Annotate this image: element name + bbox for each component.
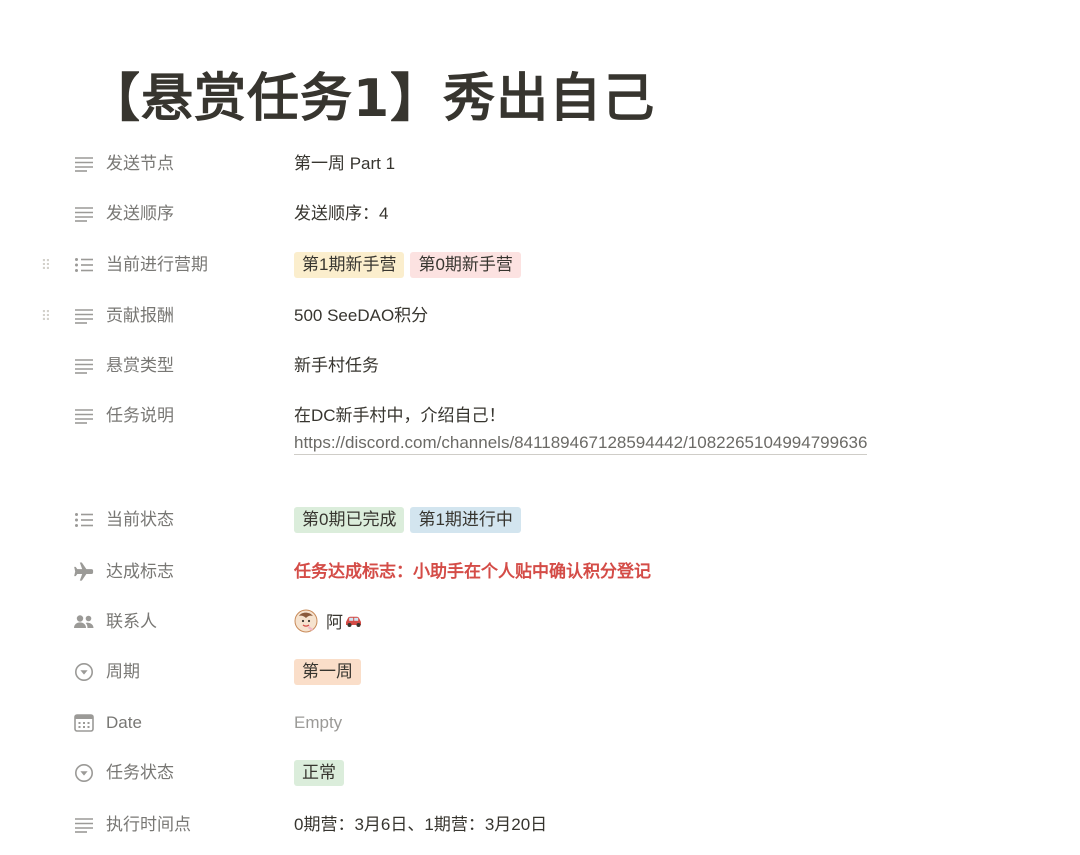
car-icon [346, 616, 361, 627]
property-value[interactable]: 500 SeeDAO积分 [294, 305, 428, 327]
text-lines-icon [72, 304, 96, 328]
property-value[interactable]: 任务达成标志：小助手在个人贴中确认积分登记 [294, 561, 651, 583]
property-row-achievement[interactable]: 达成标志 任务达成标志：小助手在个人贴中确认积分登记 [0, 557, 1080, 587]
text-lines-icon [72, 354, 96, 378]
property-row-contact[interactable]: 联系人 阿 [0, 607, 1080, 637]
tag[interactable]: 第一周 [294, 659, 361, 685]
property-row-exec-time[interactable]: 执行时间点 0期营：3月6日、1期营：3月20日 [0, 810, 1080, 840]
property-label[interactable]: 执行时间点 [106, 814, 191, 836]
select-icon [72, 660, 96, 684]
people-icon [72, 610, 96, 634]
property-value[interactable]: 第1期新手营 第0期新手营 [294, 252, 527, 280]
page-title[interactable]: 【悬赏任务1】秀出自己 [88, 56, 655, 131]
avatar [294, 609, 318, 633]
property-value[interactable]: Empty [294, 712, 342, 734]
property-row-date[interactable]: Date Empty [0, 708, 1080, 738]
tag[interactable]: 第1期新手营 [294, 252, 405, 278]
property-row-current-camp[interactable]: ⠿ 当前进行营期 第1期新手营 第0期新手营 [0, 250, 1080, 280]
text-lines-icon [72, 152, 96, 176]
drag-handle-icon[interactable]: ⠿ [40, 305, 52, 327]
property-row-bounty-type[interactable]: 悬赏类型 新手村任务 [0, 351, 1080, 381]
multi-select-icon [72, 253, 96, 277]
text-lines-icon [72, 813, 96, 837]
property-label[interactable]: 联系人 [106, 611, 157, 633]
property-label[interactable]: 周期 [106, 661, 140, 683]
text-lines-icon [72, 202, 96, 226]
property-value[interactable]: 新手村任务 [294, 355, 379, 377]
property-row-current-status[interactable]: 当前状态 第0期已完成 第1期进行中 [0, 505, 1080, 535]
tag[interactable]: 第0期已完成 [294, 507, 405, 533]
tag[interactable]: 正常 [294, 760, 344, 786]
property-label[interactable]: 任务说明 [106, 405, 174, 427]
property-label[interactable]: 当前进行营期 [106, 254, 208, 276]
property-row-reward[interactable]: ⠿ 贡献报酬 500 SeeDAO积分 [0, 301, 1080, 331]
property-label[interactable]: 发送顺序 [106, 203, 174, 225]
person-chip[interactable]: 阿 [294, 609, 364, 635]
tag[interactable]: 第1期进行中 [410, 507, 521, 533]
property-label[interactable]: 达成标志 [106, 561, 174, 583]
select-icon [72, 761, 96, 785]
property-value[interactable]: 第一周 Part 1 [294, 153, 395, 175]
property-row-task-desc[interactable]: 任务说明 在DC新手村中，介绍自己！ https://discord.com/c… [0, 401, 1080, 461]
property-label[interactable]: 贡献报酬 [106, 305, 174, 327]
property-label[interactable]: 悬赏类型 [106, 355, 174, 377]
property-row-send-node[interactable]: 发送节点 第一周 Part 1 [0, 149, 1080, 179]
property-label[interactable]: 任务状态 [106, 762, 174, 784]
airplane-icon [72, 560, 96, 584]
drag-handle-icon[interactable]: ⠿ [40, 254, 52, 276]
text-lines-icon [72, 404, 96, 428]
property-row-cycle[interactable]: 周期 第一周 [0, 657, 1080, 687]
property-value[interactable]: 第0期已完成 第1期进行中 [294, 507, 527, 535]
property-label[interactable]: Date [106, 712, 142, 734]
property-value[interactable]: 发送顺序：4 [294, 203, 388, 225]
property-value[interactable]: 在DC新手村中，介绍自己！ [294, 405, 506, 427]
discord-link[interactable]: https://discord.com/channels/84118946712… [294, 432, 868, 455]
property-row-task-status[interactable]: 任务状态 正常 [0, 758, 1080, 788]
property-label[interactable]: 发送节点 [106, 153, 174, 175]
person-name: 阿 [326, 613, 343, 632]
property-label[interactable]: 当前状态 [106, 509, 174, 531]
property-value[interactable]: 第一周 [294, 659, 367, 687]
calendar-icon [72, 711, 96, 735]
property-value[interactable]: 0期营：3月6日、1期营：3月20日 [294, 814, 547, 836]
property-value[interactable]: 正常 [294, 760, 350, 788]
tag[interactable]: 第0期新手营 [410, 252, 521, 278]
multi-select-icon [72, 508, 96, 532]
property-row-send-order[interactable]: 发送顺序 发送顺序：4 [0, 199, 1080, 229]
